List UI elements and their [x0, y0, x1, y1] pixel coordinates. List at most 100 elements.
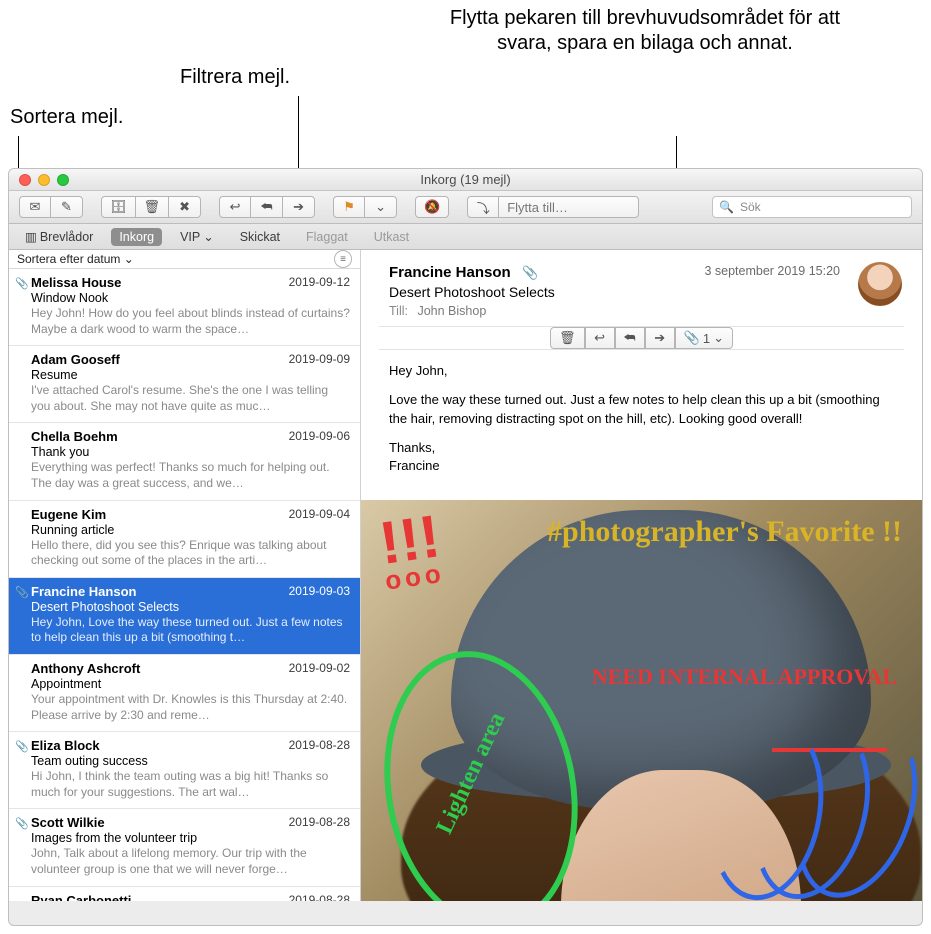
message-preview: Hi John, I think the team outing was a b…	[31, 769, 350, 800]
sort-bar: Sortera efter datum ⌄ ≡	[9, 250, 360, 269]
junk-button[interactable]: ✖	[169, 196, 201, 218]
annotation-need: NEED INTERNAL APPROVAL	[592, 665, 897, 688]
bell-slash-icon: 🔕	[424, 199, 440, 215]
message-row[interactable]: 📎Eliza Block2019-08-28Team outing succes…	[9, 732, 360, 809]
tab-sent[interactable]: Skickat	[232, 228, 288, 246]
tab-flagged[interactable]: Flaggat	[298, 228, 356, 246]
annotation-blue-strokes	[712, 721, 912, 901]
filter-button[interactable]: ≡	[334, 250, 352, 268]
to-label: Till:	[389, 304, 408, 318]
filter-icon: ≡	[340, 254, 346, 265]
chevron-down-icon: ⌄	[713, 330, 724, 346]
message-header: Francine Hanson 📎 Desert Photoshoot Sele…	[361, 250, 922, 318]
body-sign1: Thanks,	[389, 439, 900, 458]
reply-icon: ↩	[594, 330, 605, 346]
sidebar-icon: ▥	[25, 229, 37, 244]
message-date: 2019-09-09	[289, 352, 350, 367]
chevron-down-icon: ⌄	[124, 252, 134, 266]
message-row[interactable]: 📎Scott Wilkie2019-08-28Images from the v…	[9, 809, 360, 886]
message-row[interactable]: 📎Melissa House2019-09-12Window NookHey J…	[9, 269, 360, 346]
move-to-button[interactable]: Flytta till…	[499, 196, 639, 218]
message-rows: 📎Melissa House2019-09-12Window NookHey J…	[9, 269, 360, 901]
message-row[interactable]: Anthony Ashcroft2019-09-02AppointmentYou…	[9, 655, 360, 732]
message-subject: Window Nook	[31, 291, 350, 305]
message-list: Sortera efter datum ⌄ ≡ 📎Melissa House20…	[9, 250, 361, 901]
header-action-bar: 🗑 ↩ ⮪ ➔ 📎 1 ⌄	[379, 326, 904, 350]
tab-inbox[interactable]: Inkorg	[111, 228, 162, 246]
search-icon: 🔍	[719, 200, 734, 214]
mailboxes-toggle[interactable]: ▥ Brevlådor	[17, 227, 101, 246]
message-row[interactable]: Adam Gooseff2019-09-09ResumeI've attache…	[9, 346, 360, 423]
body-paragraph: Love the way these turned out. Just a fe…	[389, 391, 900, 429]
trash-icon: 🗑	[144, 199, 161, 215]
attachments-button[interactable]: 📎 1 ⌄	[675, 327, 733, 349]
mailboxes-label: Brevlådor	[40, 230, 94, 244]
paperclip-icon: 📎	[15, 277, 29, 290]
reader-from: Francine Hanson	[389, 264, 511, 281]
message-date: 2019-08-28	[289, 893, 350, 902]
message-date: 2019-08-28	[289, 738, 350, 753]
body-sign2: Francine	[389, 457, 900, 476]
tab-drafts[interactable]: Utkast	[366, 228, 417, 246]
message-preview: Everything was perfect! Thanks so much f…	[31, 460, 350, 491]
header-forward-button[interactable]: ➔	[645, 327, 675, 349]
attachment-count: 1	[703, 331, 710, 346]
message-subject: Team outing success	[31, 754, 350, 768]
archive-icon: 🗄	[110, 199, 127, 215]
reply-all-icon: ⮪	[624, 330, 636, 346]
junk-icon: ✖	[179, 199, 190, 215]
reply-button[interactable]: ↩	[219, 196, 251, 218]
message-from: Ryan Carbonetti	[31, 893, 131, 902]
message-date: 2019-09-02	[289, 661, 350, 676]
delete-button[interactable]: 🗑	[136, 196, 170, 218]
flag-button[interactable]: ⚑	[333, 196, 365, 218]
message-preview: Hey John, Love the way these turned out.…	[31, 615, 350, 646]
mute-button[interactable]: 🔕	[415, 196, 449, 218]
chevron-down-icon: ⌄	[375, 199, 386, 215]
move-icon-button[interactable]: ⤵	[467, 196, 499, 218]
forward-icon: ➔	[654, 330, 665, 346]
message-subject: Desert Photoshoot Selects	[31, 600, 350, 614]
message-subject: Resume	[31, 368, 350, 382]
reader-to: Till: John Bishop	[389, 304, 904, 318]
header-delete-button[interactable]: 🗑	[550, 327, 585, 349]
paperclip-icon: 📎	[522, 265, 538, 280]
header-reply-all-button[interactable]: ⮪	[615, 327, 645, 349]
message-subject: Running article	[31, 523, 350, 537]
message-row[interactable]: Chella Boehm2019-09-06Thank youEverythin…	[9, 423, 360, 500]
message-subject: Images from the volunteer trip	[31, 831, 350, 845]
search-field[interactable]: 🔍 Sök	[712, 196, 912, 218]
paperclip-icon: 📎	[684, 330, 700, 346]
tab-vip[interactable]: VIP⌄	[172, 227, 222, 246]
search-placeholder: Sök	[740, 200, 761, 214]
reader-date: 3 september 2019 15:20	[704, 264, 840, 278]
forward-button[interactable]: ➔	[283, 196, 315, 218]
archive-button[interactable]: 🗄	[101, 196, 136, 218]
message-date: 2019-08-28	[289, 815, 350, 830]
help-callouts: Sortera mejl. Filtrera mejl. Flytta peka…	[0, 0, 931, 170]
callout-filter: Filtrera mejl.	[180, 65, 290, 90]
reply-all-button[interactable]: ⮪	[251, 196, 283, 218]
flag-menu-button[interactable]: ⌄	[365, 196, 397, 218]
compose-icon: ✎	[61, 199, 72, 215]
to-value: John Bishop	[417, 304, 486, 318]
message-row[interactable]: 📎Francine Hanson2019-09-03Desert Photosh…	[9, 578, 360, 655]
message-row[interactable]: Eugene Kim2019-09-04Running articleHello…	[9, 501, 360, 578]
message-row[interactable]: Ryan Carbonetti2019-08-28Schedule change…	[9, 887, 360, 902]
sort-menu[interactable]: Sortera efter datum ⌄	[17, 252, 134, 266]
reader-subject: Desert Photoshoot Selects	[389, 284, 904, 300]
forward-icon: ➔	[293, 199, 304, 215]
callout-header-hover: Flytta pekaren till brevhuvudsområdet fö…	[430, 6, 860, 56]
header-reply-button[interactable]: ↩	[585, 327, 615, 349]
message-subject: Appointment	[31, 677, 350, 691]
annotation-favorite: #photographer's Favorite !!	[547, 515, 902, 548]
get-mail-button[interactable]: ✉︎	[19, 196, 51, 218]
reply-icon: ↩	[230, 199, 241, 215]
compose-button[interactable]: ✎	[51, 196, 83, 218]
inbox-icon: ✉︎	[30, 199, 41, 215]
message-from: Francine Hanson	[31, 584, 136, 599]
message-from: Scott Wilkie	[31, 815, 105, 830]
sender-avatar	[858, 262, 902, 306]
message-from: Eugene Kim	[31, 507, 106, 522]
move-to-label: Flytta till…	[507, 200, 568, 215]
